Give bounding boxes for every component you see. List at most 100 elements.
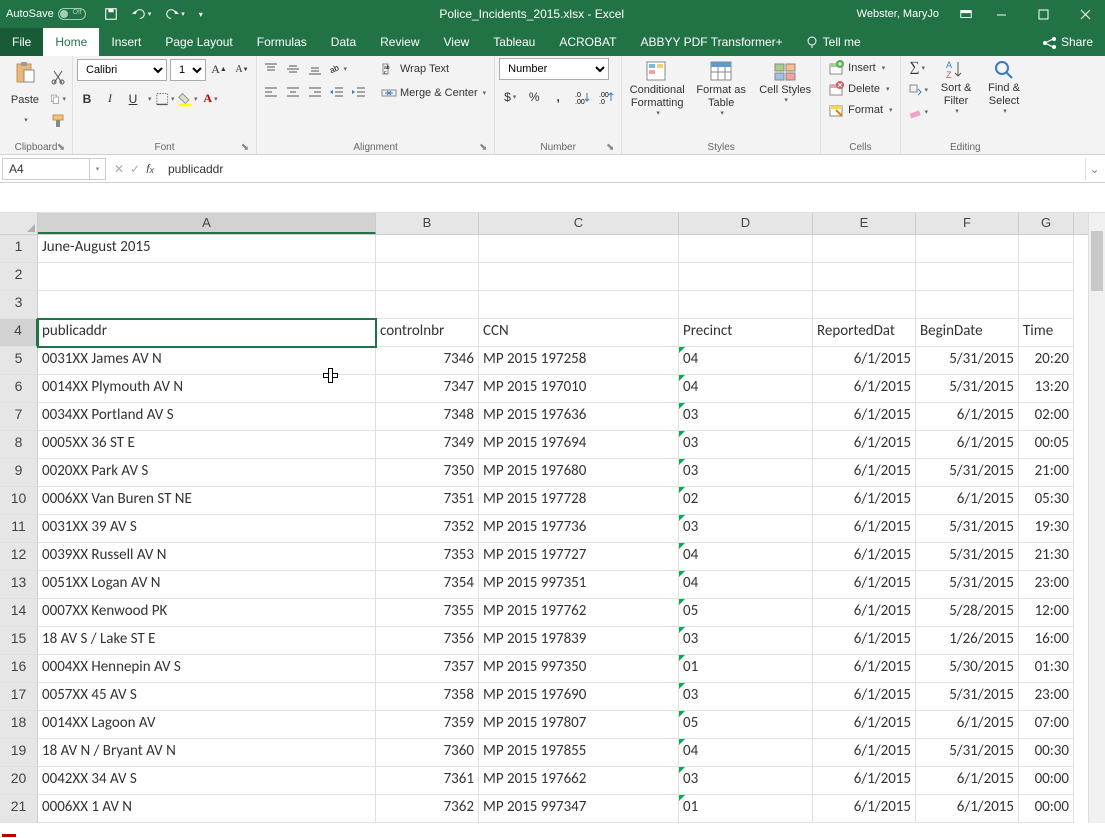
row-header[interactable]: 4: [0, 319, 38, 347]
column-header-D[interactable]: D: [679, 213, 813, 234]
cell[interactable]: [916, 263, 1019, 291]
cell[interactable]: 6/1/2015: [813, 347, 916, 375]
row-header[interactable]: 12: [0, 543, 38, 571]
format-cells-button[interactable]: Format▾: [825, 100, 895, 120]
find-select-button[interactable]: Find & Select▾: [982, 58, 1026, 140]
cell[interactable]: 5/28/2015: [916, 599, 1019, 627]
cell[interactable]: 07:00: [1019, 711, 1074, 739]
cell[interactable]: 6/1/2015: [916, 487, 1019, 515]
cell[interactable]: [916, 235, 1019, 263]
tab-review[interactable]: Review: [368, 28, 431, 56]
format-as-table-button[interactable]: Format as Table▾: [690, 58, 752, 140]
paste-button[interactable]: Paste ▾: [4, 58, 46, 124]
font-name-select[interactable]: Calibri: [77, 59, 167, 81]
increase-font-button[interactable]: A▲: [209, 60, 229, 80]
cell[interactable]: 0031XX James AV N: [38, 347, 376, 375]
cell[interactable]: 04: [679, 739, 813, 767]
cell[interactable]: 7354: [376, 571, 479, 599]
cell[interactable]: 03: [679, 515, 813, 543]
column-header-G[interactable]: G: [1019, 213, 1074, 234]
cell[interactable]: ReportedDat: [813, 319, 916, 347]
cell[interactable]: 04: [679, 571, 813, 599]
cell[interactable]: 6/1/2015: [813, 375, 916, 403]
fill-button[interactable]: ▾: [905, 80, 931, 100]
undo-icon[interactable]: ▾: [130, 5, 154, 23]
cell[interactable]: 6/1/2015: [916, 403, 1019, 431]
tab-file[interactable]: File: [0, 28, 43, 56]
cell[interactable]: 01: [679, 795, 813, 823]
insert-cells-button[interactable]: Insert▾: [825, 58, 895, 78]
cell[interactable]: 12:00: [1019, 599, 1074, 627]
cell[interactable]: 0051XX Logan AV N: [38, 571, 376, 599]
cell[interactable]: 0006XX 1 AV N: [38, 795, 376, 823]
row-header[interactable]: 15: [0, 627, 38, 655]
cell[interactable]: 7346: [376, 347, 479, 375]
cell-styles-button[interactable]: Cell Styles▾: [754, 58, 816, 140]
italic-button[interactable]: I: [100, 89, 120, 109]
cell[interactable]: 6/1/2015: [813, 767, 916, 795]
cell[interactable]: 7360: [376, 739, 479, 767]
cell[interactable]: 5/31/2015: [916, 739, 1019, 767]
cell[interactable]: 01: [679, 655, 813, 683]
cell[interactable]: 0005XX 36 ST E: [38, 431, 376, 459]
cell[interactable]: [679, 235, 813, 263]
cell[interactable]: [479, 291, 679, 319]
cell[interactable]: 6/1/2015: [813, 683, 916, 711]
cell[interactable]: 03: [679, 627, 813, 655]
cell[interactable]: 21:30: [1019, 543, 1074, 571]
conditional-formatting-button[interactable]: Conditional Formatting▾: [626, 58, 688, 140]
tell-me-search[interactable]: Tell me: [795, 28, 871, 56]
cell[interactable]: 20:20: [1019, 347, 1074, 375]
cell[interactable]: [813, 235, 916, 263]
cell[interactable]: 5/31/2015: [916, 347, 1019, 375]
column-header-B[interactable]: B: [376, 213, 479, 234]
cell[interactable]: 6/1/2015: [813, 599, 916, 627]
cell[interactable]: MP 2015 197258: [479, 347, 679, 375]
align-left-button[interactable]: [261, 82, 281, 102]
row-header[interactable]: 8: [0, 431, 38, 459]
clear-button[interactable]: ▾: [905, 102, 931, 122]
sort-filter-button[interactable]: AZ Sort & Filter▾: [934, 58, 978, 140]
name-box-dropdown[interactable]: ▾: [90, 158, 106, 180]
select-all-button[interactable]: [0, 213, 38, 234]
cell[interactable]: 5/31/2015: [916, 459, 1019, 487]
comma-format-button[interactable]: ,: [547, 86, 569, 108]
font-size-select[interactable]: 11: [170, 59, 206, 81]
cell[interactable]: MP 2015 197010: [479, 375, 679, 403]
tab-data[interactable]: Data: [319, 28, 368, 56]
cell[interactable]: CCN: [479, 319, 679, 347]
cell[interactable]: 03: [679, 459, 813, 487]
row-header[interactable]: 10: [0, 487, 38, 515]
cut-button[interactable]: [48, 67, 68, 87]
cell[interactable]: 04: [679, 543, 813, 571]
cell[interactable]: 7359: [376, 711, 479, 739]
cell[interactable]: 6/1/2015: [813, 515, 916, 543]
cell[interactable]: June-August 2015: [38, 235, 376, 263]
cell[interactable]: 5/31/2015: [916, 515, 1019, 543]
column-header-A[interactable]: A: [38, 213, 376, 234]
cell[interactable]: 5/31/2015: [916, 571, 1019, 599]
row-header[interactable]: 2: [0, 263, 38, 291]
cell[interactable]: 7358: [376, 683, 479, 711]
cell[interactable]: 23:00: [1019, 683, 1074, 711]
cell[interactable]: 6/1/2015: [813, 543, 916, 571]
cell[interactable]: 7352: [376, 515, 479, 543]
format-painter-button[interactable]: [48, 111, 68, 131]
cell[interactable]: 7351: [376, 487, 479, 515]
cell[interactable]: 7356: [376, 627, 479, 655]
cell[interactable]: 0006XX Van Buren ST NE: [38, 487, 376, 515]
cell[interactable]: 7357: [376, 655, 479, 683]
cell[interactable]: 0004XX Hennepin AV S: [38, 655, 376, 683]
cell[interactable]: 03: [679, 403, 813, 431]
cell[interactable]: 05: [679, 711, 813, 739]
cell[interactable]: 7349: [376, 431, 479, 459]
cell[interactable]: [479, 235, 679, 263]
launcher-icon[interactable]: ⬊: [605, 142, 615, 152]
decrease-font-button[interactable]: A▼: [232, 60, 252, 80]
cell[interactable]: 0007XX Kenwood PK: [38, 599, 376, 627]
row-header[interactable]: 21: [0, 795, 38, 823]
cell[interactable]: [679, 263, 813, 291]
column-header-F[interactable]: F: [916, 213, 1019, 234]
cell[interactable]: 6/1/2015: [813, 487, 916, 515]
spreadsheet-grid[interactable]: ABCDEFG 1June-August 2015234publicaddrco…: [0, 213, 1105, 823]
